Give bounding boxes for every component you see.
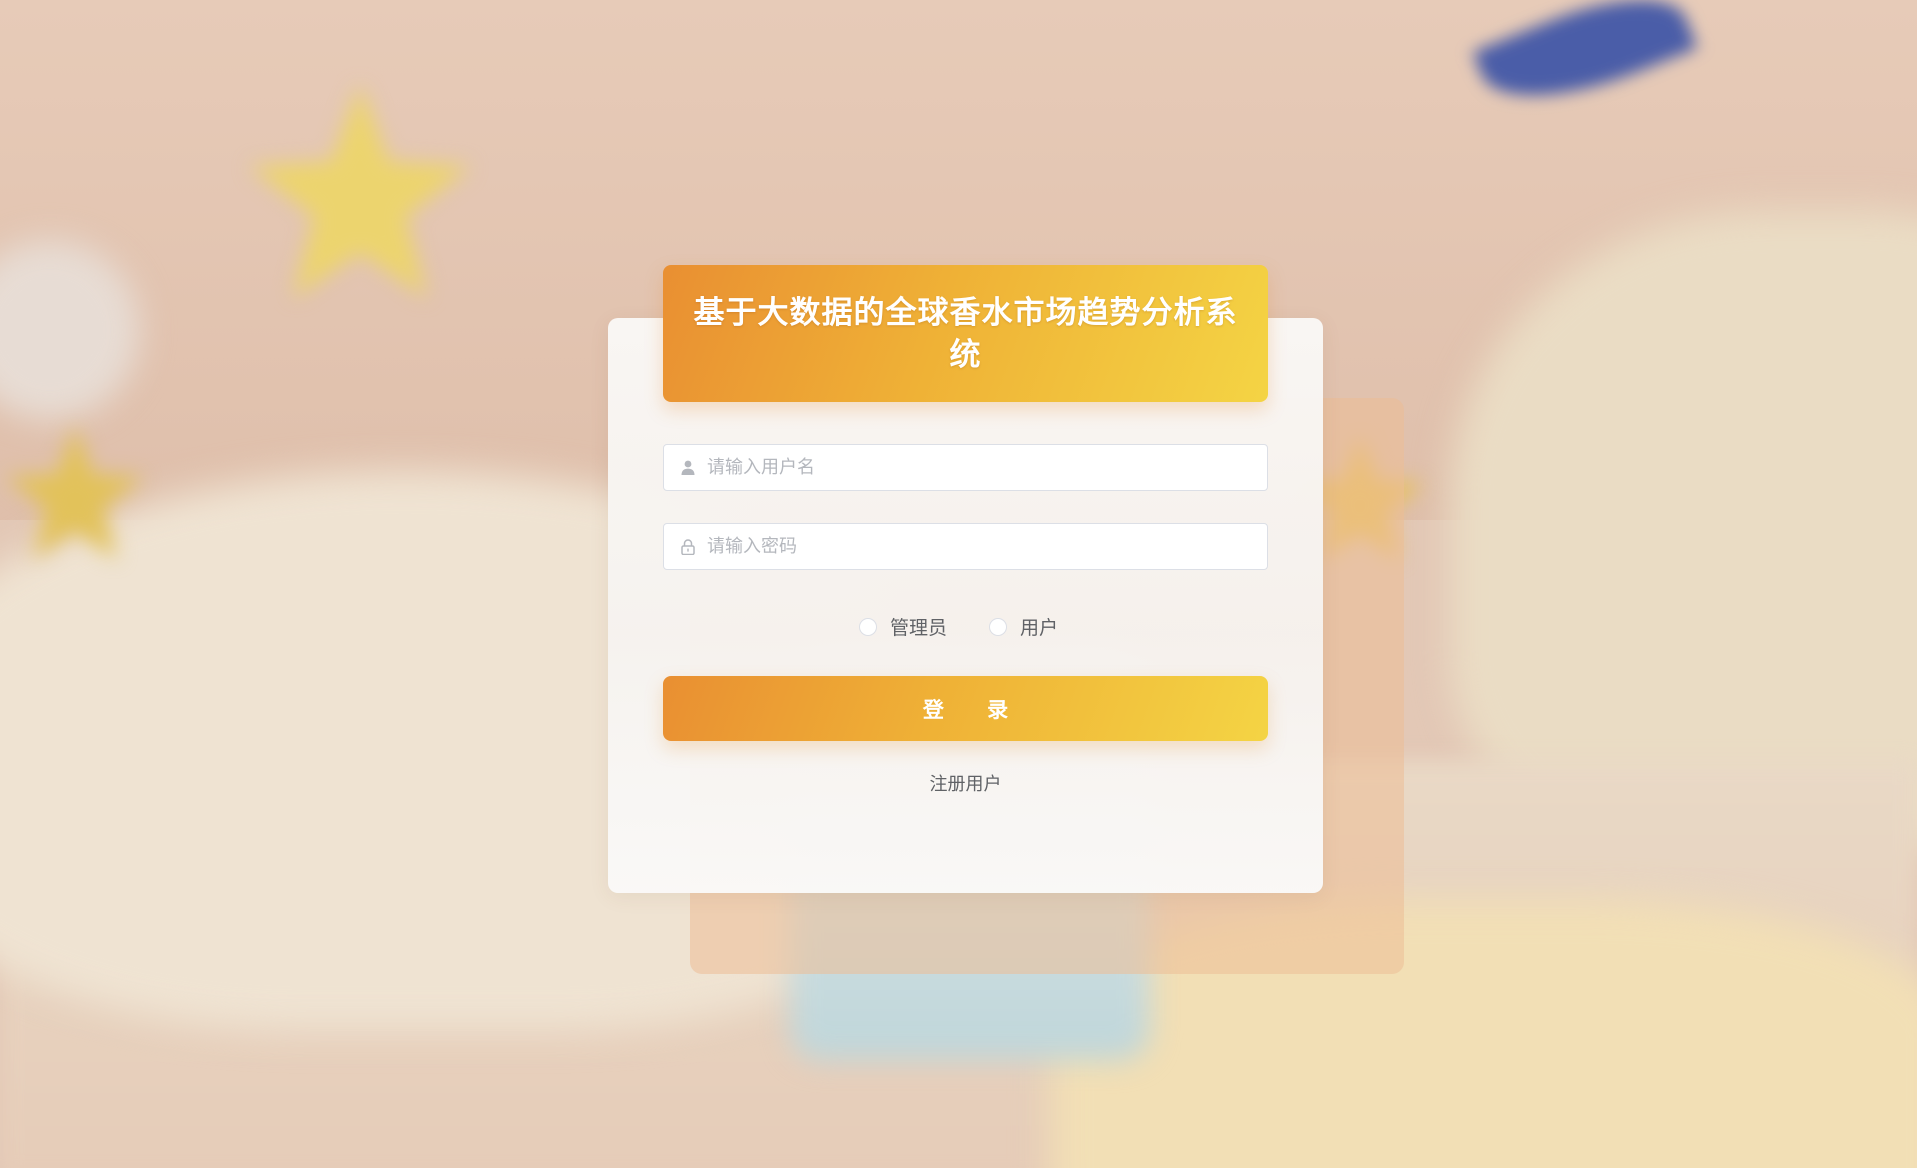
password-input[interactable] — [705, 523, 1267, 570]
radio-button[interactable] — [989, 617, 1007, 636]
page-title: 基于大数据的全球香水市场趋势分析系统 — [693, 294, 1238, 373]
login-button[interactable]: 登 录 — [663, 676, 1268, 741]
username-input[interactable] — [705, 444, 1267, 491]
lock-icon — [679, 538, 697, 556]
password-field[interactable] — [663, 523, 1268, 570]
role-radio-user[interactable]: 用户 — [989, 613, 1058, 640]
role-radio-group: 管理员 用户 — [0, 613, 1917, 640]
login-card — [608, 318, 1323, 893]
radio-button[interactable] — [858, 617, 877, 636]
radio-label: 用户 — [1020, 617, 1059, 639]
star-decoration — [249, 84, 471, 299]
user-icon — [679, 459, 697, 477]
radio-label: 管理员 — [889, 617, 947, 639]
register-link[interactable]: 注册用户 — [0, 770, 1917, 796]
username-field[interactable] — [663, 444, 1268, 491]
star-decoration-left — [6, 426, 144, 560]
role-radio-admin[interactable]: 管理员 — [858, 613, 947, 640]
title-banner: 基于大数据的全球香水市场趋势分析系统 — [663, 265, 1268, 402]
